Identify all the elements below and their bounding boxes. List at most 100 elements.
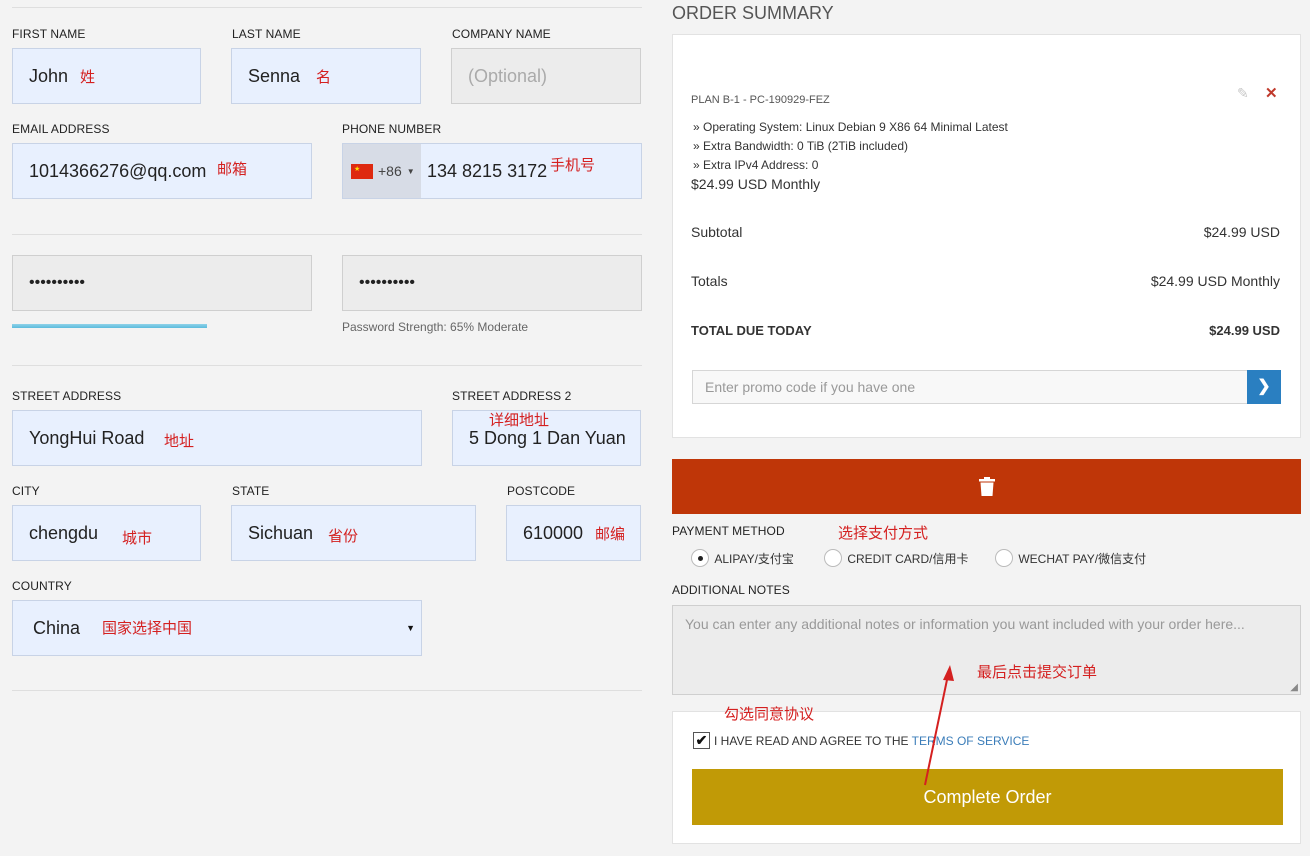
total-due-label: TOTAL DUE TODAY <box>691 323 812 338</box>
street-note: 地址 <box>164 433 195 450</box>
total-due-row: TOTAL DUE TODAY $24.99 USD <box>691 323 1280 338</box>
empty-cart-button[interactable] <box>672 459 1301 514</box>
trash-icon <box>978 477 995 496</box>
radio-icon[interactable] <box>824 549 842 567</box>
phone-value: 134 8215 3172 <box>427 160 548 181</box>
plan-detail-ipv4: » Extra IPv4 Address: 0 <box>693 158 819 172</box>
first-name-input[interactable]: John <box>12 48 201 104</box>
agree-terms-note: 勾选同意协议 <box>724 706 815 723</box>
last-name-note: 名 <box>316 69 332 86</box>
phone-input[interactable]: ★ +86 ▼ 134 8215 3172 <box>342 143 642 199</box>
payment-option-alipay[interactable]: ALIPAY/支付宝 <box>691 549 794 567</box>
terms-card: ✔ I HAVE READ AND AGREE TO THE TERMS OF … <box>672 711 1301 844</box>
china-flag-icon: ★ <box>351 163 373 179</box>
totals-row: Totals $24.99 USD Monthly <box>691 273 1280 289</box>
totals-label: Totals <box>691 273 728 289</box>
payment-option-wechat[interactable]: WECHAT PAY/微信支付 <box>995 549 1146 567</box>
email-input[interactable]: 1014366276@qq.com <box>12 143 312 199</box>
last-name-label: LAST NAME <box>232 27 301 41</box>
city-input[interactable]: chengdu <box>12 505 201 561</box>
caret-down-icon: ▼ <box>406 166 415 176</box>
phone-label: PHONE NUMBER <box>342 122 442 136</box>
country-code-selector[interactable]: ★ +86 ▼ <box>343 144 421 198</box>
street2-note: 详细地址 <box>489 412 550 429</box>
password-strength-fill <box>12 324 207 328</box>
total-due-value: $24.99 USD <box>1209 323 1280 338</box>
subtotal-row: Subtotal $24.99 USD <box>691 224 1280 240</box>
promo-code-input[interactable]: Enter promo code if you have one <box>692 370 1248 404</box>
radio-icon[interactable] <box>995 549 1013 567</box>
phone-note: 手机号 <box>550 157 596 174</box>
dial-code: +86 <box>378 163 402 179</box>
state-label: STATE <box>232 484 270 498</box>
postcode-value: 610000 <box>523 522 584 543</box>
subtotal-label: Subtotal <box>691 224 743 240</box>
country-note: 国家选择中国 <box>102 620 193 637</box>
complete-order-button[interactable]: Complete Order <box>692 769 1283 825</box>
divider-3 <box>12 690 642 691</box>
first-name-label: FIRST NAME <box>12 27 86 41</box>
divider-1 <box>12 234 642 235</box>
notes-placeholder: You can enter any additional notes or in… <box>685 616 1245 632</box>
payment-method-label: PAYMENT METHOD <box>672 524 785 538</box>
caret-down-icon: ▼ <box>406 623 415 633</box>
plan-detail-os: » Operating System: Linux Debian 9 X86 6… <box>693 120 1008 134</box>
top-divider <box>12 7 642 8</box>
first-name-value: John <box>29 65 69 86</box>
country-value: China <box>33 617 81 638</box>
plan-detail-bandwidth: » Extra Bandwidth: 0 TiB (2TiB included) <box>693 139 908 153</box>
email-value: 1014366276@qq.com <box>29 160 207 181</box>
radio-selected-icon[interactable] <box>691 549 709 567</box>
submit-order-note: 最后点击提交订单 <box>977 664 1098 681</box>
plan-name: PLAN B-1 - PC-190929-FEZ <box>691 94 830 106</box>
company-name-placeholder: (Optional) <box>468 65 548 86</box>
divider-2 <box>12 365 642 366</box>
password-strength-bar <box>12 324 312 328</box>
last-name-value: Senna <box>248 65 301 86</box>
resize-handle-icon[interactable]: ◢ <box>1290 682 1298 693</box>
state-value: Sichuan <box>248 522 314 543</box>
password-strength-text: Password Strength: 65% Moderate <box>342 320 529 334</box>
state-note: 省份 <box>328 528 359 545</box>
email-label: EMAIL ADDRESS <box>12 122 110 136</box>
checkmark-icon: ✔ <box>695 732 708 748</box>
terms-text: I HAVE READ AND AGREE TO THE TERMS OF SE… <box>714 734 1029 748</box>
password-input[interactable]: •••••••••• <box>12 255 312 311</box>
chevron-right-icon: ❯ <box>1257 378 1271 395</box>
order-summary-title: ORDER SUMMARY <box>672 3 834 23</box>
payment-option-credit-card[interactable]: CREDIT CARD/信用卡 <box>824 549 968 567</box>
password-confirm-input[interactable]: •••••••••• <box>342 255 642 311</box>
password-value: •••••••••• <box>29 274 86 291</box>
company-name-input[interactable]: (Optional) <box>451 48 641 104</box>
plan-price: $24.99 USD Monthly <box>691 176 821 192</box>
payment-option-alipay-label: ALIPAY/支付宝 <box>714 551 794 566</box>
password-confirm-value: •••••••••• <box>359 274 416 291</box>
country-select[interactable]: China ▼ <box>12 600 422 656</box>
email-note: 邮箱 <box>217 161 248 178</box>
edit-pencil-icon[interactable]: ✎ <box>1237 85 1249 102</box>
promo-apply-button[interactable]: ❯ <box>1247 370 1281 404</box>
annotation-arrow <box>924 665 954 786</box>
payment-method-note: 选择支付方式 <box>838 525 929 542</box>
complete-order-label: Complete Order <box>923 787 1052 807</box>
street2-value: 5 Dong 1 Dan Yuan <box>469 427 626 448</box>
country-label: COUNTRY <box>12 579 72 593</box>
street-label: STREET ADDRESS <box>12 389 122 403</box>
street-input[interactable]: YongHui Road <box>12 410 422 466</box>
first-name-note: 姓 <box>80 69 96 86</box>
promo-placeholder: Enter promo code if you have one <box>705 379 916 395</box>
city-note: 城市 <box>122 530 153 547</box>
postcode-label: POSTCODE <box>507 484 576 498</box>
remove-x-icon[interactable]: ✕ <box>1265 84 1278 102</box>
city-label: CITY <box>12 484 40 498</box>
order-summary-card: PLAN B-1 - PC-190929-FEZ ✎ ✕ » Operating… <box>672 34 1301 438</box>
postcode-note: 邮编 <box>595 526 626 543</box>
terms-checkbox[interactable]: ✔ <box>693 732 710 749</box>
street-value: YongHui Road <box>29 427 145 448</box>
totals-value: $24.99 USD Monthly <box>1150 273 1280 289</box>
terms-text-label: I HAVE READ AND AGREE TO THE <box>714 734 912 748</box>
company-name-label: COMPANY NAME <box>452 27 551 41</box>
city-value: chengdu <box>29 522 99 543</box>
payment-option-credit-card-label: CREDIT CARD/信用卡 <box>847 551 969 566</box>
payment-option-wechat-label: WECHAT PAY/微信支付 <box>1018 551 1147 566</box>
